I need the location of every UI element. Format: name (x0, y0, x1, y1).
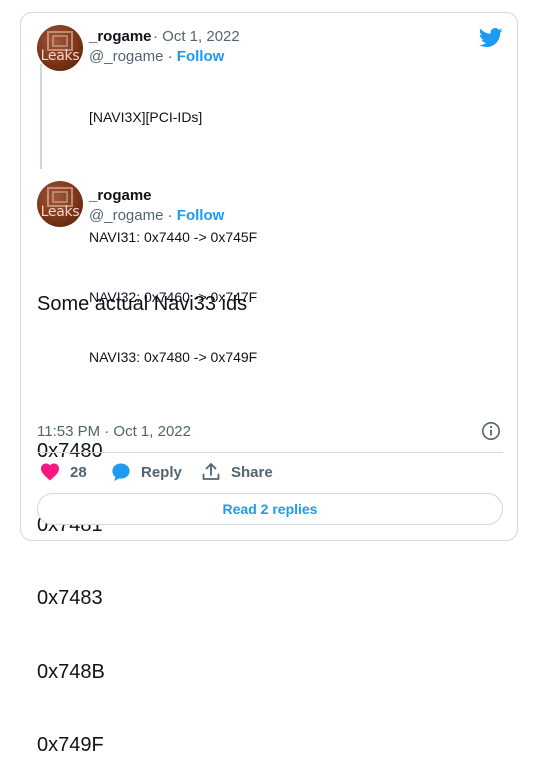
quoted-follow-link[interactable]: Follow (177, 48, 225, 65)
main-body-line: Some actual Navi33 ids (37, 293, 248, 315)
reply-label: Reply (141, 463, 182, 481)
like-count: 28 (70, 463, 87, 481)
avatar-frame-inner-shape (52, 191, 68, 203)
tweet-timestamp[interactable]: 11:53 PM · Oct 1, 2022 (37, 423, 191, 440)
share-button[interactable]: Share (201, 462, 273, 482)
main-body-line: 0x748B (37, 660, 105, 683)
main-follow-link[interactable]: Follow (177, 207, 225, 224)
handle-separator: · (163, 48, 177, 65)
handle-separator: · (163, 207, 177, 224)
main-handle-row: @_rogame · Follow (89, 207, 224, 224)
twitter-bird-icon[interactable] (479, 28, 503, 48)
main-display-name[interactable]: _rogame (89, 187, 152, 204)
quoted-body-line (89, 167, 257, 187)
read-replies-button[interactable]: Read 2 replies (37, 493, 503, 525)
avatar-logo-text: Leaks (40, 48, 80, 64)
info-icon[interactable] (481, 421, 501, 441)
reply-button[interactable]: Reply (111, 462, 182, 482)
quoted-handle-row: @_rogame · Follow (89, 48, 224, 65)
avatar[interactable]: Leaks (37, 25, 83, 71)
like-button[interactable]: 28 (40, 462, 87, 482)
quoted-body-line: [NAVI3X][PCI-IDs] (89, 109, 203, 125)
avatar-logo-text: Leaks (40, 204, 80, 220)
heart-icon (41, 463, 59, 481)
avatar[interactable]: Leaks (37, 181, 83, 227)
main-body-line: 0x749F (37, 734, 104, 756)
main-handle[interactable]: @_rogame (89, 207, 163, 224)
thread-connector-line (40, 64, 42, 169)
quoted-handle[interactable]: @_rogame (89, 48, 163, 65)
avatar-frame-inner-shape (52, 35, 68, 47)
quoted-date-row: · Oct 1, 2022 (153, 28, 240, 45)
quoted-display-name[interactable]: _rogame (89, 28, 152, 45)
reply-bubble-icon (112, 463, 130, 481)
date-separator: · (153, 28, 163, 45)
main-body-line: 0x7483 (37, 587, 103, 609)
quoted-date-link[interactable]: Oct 1, 2022 (162, 28, 240, 45)
divider (37, 452, 503, 453)
share-icon (202, 463, 220, 480)
main-body-line (37, 366, 247, 391)
share-label: Share (231, 463, 273, 481)
